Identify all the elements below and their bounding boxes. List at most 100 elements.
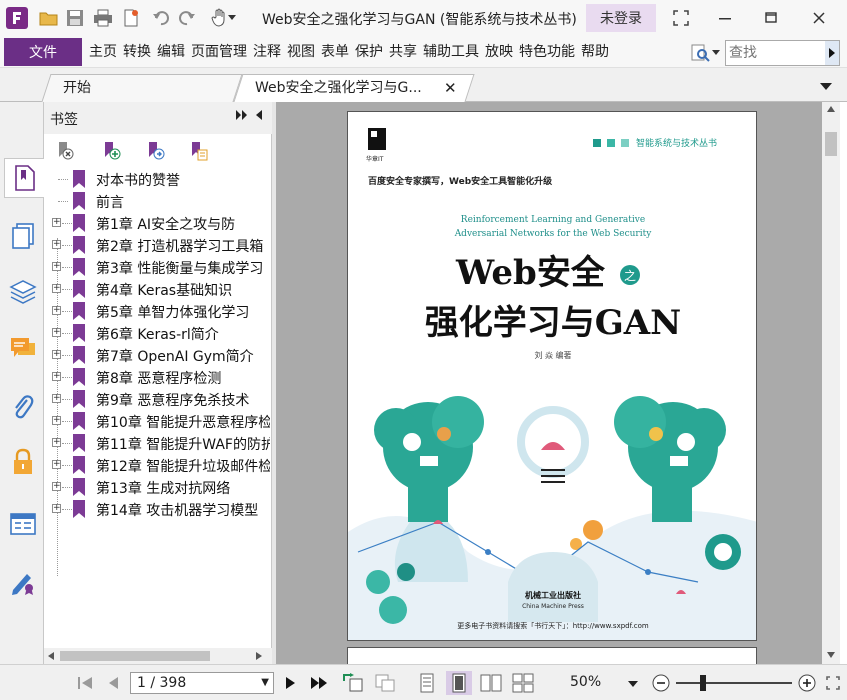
menu-item-edit[interactable]: 编辑 <box>154 42 188 62</box>
tab-start[interactable]: 开始 <box>41 74 243 102</box>
single-page-view-icon[interactable] <box>416 673 438 693</box>
previous-page-icon[interactable] <box>102 673 124 693</box>
maximize-icon[interactable] <box>758 6 784 30</box>
document-vertical-scrollbar[interactable] <box>822 102 840 664</box>
tab-document[interactable]: Web安全之强化学习与G... ✕ <box>233 74 475 102</box>
menu-item-accessibility[interactable]: 辅助工具 <box>420 42 482 62</box>
next-page-preview[interactable] <box>347 647 757 664</box>
hand-tool-icon[interactable] <box>206 7 240 29</box>
bookmark-item[interactable]: + 第10章 智能提升恶意程序检测 <box>44 410 270 432</box>
menu-item-convert[interactable]: 转换 <box>120 42 154 62</box>
bookmark-expand-icon[interactable]: + <box>52 350 61 359</box>
form-fields-panel-icon[interactable] <box>4 504 42 544</box>
bookmark-item[interactable]: + 第5章 单智力体强化学习 <box>44 300 270 322</box>
bookmark-item[interactable]: + 第9章 恶意程序免杀技术 <box>44 388 270 410</box>
panel-expand-icon[interactable] <box>236 110 248 123</box>
scroll-up-icon[interactable] <box>827 106 835 112</box>
bookmark-expand-icon[interactable]: + <box>52 416 61 425</box>
bookmark-item[interactable]: + 第7章 OpenAI Gym简介 <box>44 344 270 366</box>
bookmark-expand-icon[interactable]: + <box>52 306 61 315</box>
fullscreen-icon[interactable] <box>668 6 694 30</box>
continuous-facing-view-icon[interactable] <box>512 673 534 693</box>
bookmark-expand-icon[interactable]: + <box>52 262 61 271</box>
bookmark-item[interactable]: 对本书的赞誉 <box>44 168 270 190</box>
bookmark-expand-icon[interactable]: + <box>52 394 61 403</box>
attachments-panel-icon[interactable] <box>4 386 42 426</box>
zoom-slider-thumb[interactable] <box>700 675 706 691</box>
vertical-scroll-thumb[interactable] <box>825 132 837 156</box>
bookmark-expand-icon[interactable]: + <box>52 372 61 381</box>
first-page-icon[interactable] <box>74 673 96 693</box>
delete-bookmark-icon[interactable] <box>54 140 76 162</box>
file-menu-button[interactable]: 文件 <box>4 38 82 66</box>
search-input[interactable] <box>729 43 825 63</box>
app-logo-icon[interactable] <box>6 7 28 29</box>
bookmarks-horizontal-scrollbar[interactable] <box>44 648 272 664</box>
minimize-icon[interactable] <box>712 6 738 30</box>
zoom-slider[interactable] <box>676 682 792 684</box>
bookmark-item[interactable]: + 第2章 打造机器学习工具箱 <box>44 234 270 256</box>
search-go-icon[interactable] <box>825 41 839 65</box>
security-panel-icon[interactable] <box>4 442 42 482</box>
bookmark-expand-icon[interactable]: + <box>52 284 61 293</box>
menu-item-share[interactable]: 共享 <box>386 42 420 62</box>
bookmark-item[interactable]: + 第1章 AI安全之攻与防 <box>44 212 270 234</box>
zoom-in-icon[interactable] <box>796 673 818 693</box>
find-options-icon[interactable] <box>690 42 722 64</box>
undo-icon[interactable] <box>150 7 172 29</box>
continuous-view-icon[interactable] <box>446 671 472 695</box>
zoom-out-icon[interactable] <box>650 673 672 693</box>
bookmarks-panel-icon[interactable] <box>4 158 45 198</box>
expand-bookmark-icon[interactable] <box>144 140 166 162</box>
next-view-icon[interactable] <box>374 673 396 693</box>
menu-item-comment[interactable]: 注释 <box>250 42 284 62</box>
menu-item-view[interactable]: 视图 <box>284 42 318 62</box>
menu-item-form[interactable]: 表单 <box>318 42 352 62</box>
bookmark-properties-icon[interactable] <box>188 140 210 162</box>
page-number-field[interactable]: 1 / 398 ▼ <box>130 672 274 694</box>
bookmark-item[interactable]: + 第8章 恶意程序检测 <box>44 366 270 388</box>
bookmark-item[interactable]: + 第11章 智能提升WAF的防护 <box>44 432 270 454</box>
panel-collapse-icon[interactable] <box>256 110 262 123</box>
document-page[interactable]: 华章IT 智能系统与技术丛书 百度安全专家撰写，Web安全工具智能化升级 Rei… <box>347 111 757 641</box>
facing-view-icon[interactable] <box>480 673 502 693</box>
scroll-right-icon[interactable] <box>256 652 262 660</box>
horizontal-scroll-thumb[interactable] <box>60 651 210 661</box>
bookmark-item[interactable]: + 第4章 Keras基础知识 <box>44 278 270 300</box>
tab-list-dropdown-icon[interactable] <box>820 80 832 95</box>
bookmark-expand-icon[interactable]: + <box>52 218 61 227</box>
bookmark-expand-icon[interactable]: + <box>52 482 61 491</box>
bookmark-item[interactable]: + 第3章 性能衡量与集成学习 <box>44 256 270 278</box>
scroll-down-icon[interactable] <box>827 652 835 658</box>
menu-item-slideshow[interactable]: 放映 <box>482 42 516 62</box>
bookmark-expand-icon[interactable]: + <box>52 460 61 469</box>
menu-item-home[interactable]: 主页 <box>86 42 120 62</box>
bookmark-expand-icon[interactable]: + <box>52 504 61 513</box>
zoom-dropdown-icon[interactable] <box>628 677 638 692</box>
bookmark-item[interactable]: 前言 <box>44 190 270 212</box>
open-folder-icon[interactable] <box>38 7 60 29</box>
menu-item-page-management[interactable]: 页面管理 <box>188 42 250 62</box>
tab-close-icon[interactable]: ✕ <box>444 75 457 101</box>
login-button[interactable]: 未登录 <box>586 4 656 32</box>
redo-icon[interactable] <box>176 7 198 29</box>
zoom-level[interactable]: 50% <box>570 674 601 690</box>
layers-panel-icon[interactable] <box>4 272 42 312</box>
new-document-icon[interactable] <box>120 7 142 29</box>
scroll-left-icon[interactable] <box>48 652 54 660</box>
last-page-icon[interactable] <box>308 673 330 693</box>
previous-view-icon[interactable] <box>342 673 364 693</box>
add-bookmark-icon[interactable] <box>100 140 122 162</box>
bookmark-item[interactable]: + 第12章 智能提升垃圾邮件检测 <box>44 454 270 476</box>
close-window-icon[interactable] <box>806 6 832 30</box>
bookmark-expand-icon[interactable]: + <box>52 438 61 447</box>
pages-panel-icon[interactable] <box>4 216 42 256</box>
menu-item-features[interactable]: 特色功能 <box>516 42 578 62</box>
next-page-icon[interactable] <box>280 673 302 693</box>
bookmark-item[interactable]: + 第13章 生成对抗网络 <box>44 476 270 498</box>
fit-to-window-icon[interactable] <box>822 673 844 693</box>
bookmark-expand-icon[interactable]: + <box>52 328 61 337</box>
menu-item-protect[interactable]: 保护 <box>352 42 386 62</box>
menu-item-help[interactable]: 帮助 <box>578 42 612 62</box>
bookmark-item[interactable]: + 第14章 攻击机器学习模型 <box>44 498 270 520</box>
